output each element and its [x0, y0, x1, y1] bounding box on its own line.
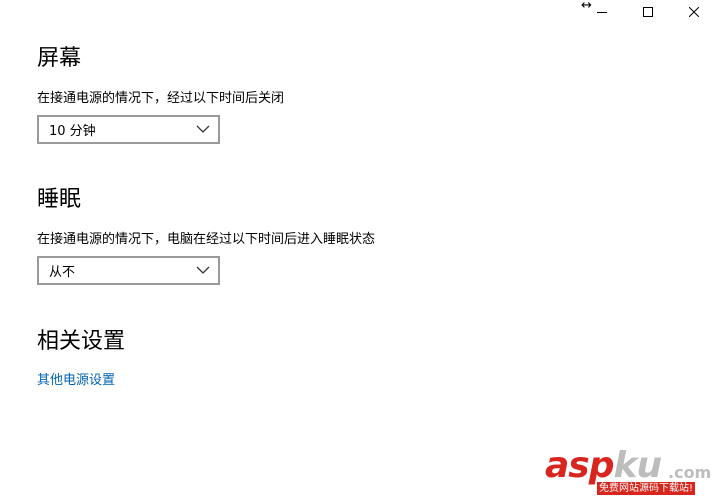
related-settings-title: 相关设置 [37, 329, 126, 354]
chevron-down-icon [196, 125, 210, 133]
minimize-button[interactable] [579, 0, 625, 24]
maximize-button[interactable] [625, 0, 671, 24]
sleep-section-title: 睡眠 [37, 187, 82, 212]
close-button[interactable] [671, 0, 717, 24]
watermark-suffix: .com [668, 463, 712, 482]
screen-timeout-dropdown[interactable]: 10 分钟 [37, 115, 220, 144]
sleep-timeout-value: 从不 [49, 265, 76, 280]
sleep-description: 在接通电源的情况下，电脑在经过以下时间后进入睡眠状态 [37, 232, 376, 247]
title-bar [579, 0, 717, 24]
screen-description: 在接通电源的情况下，经过以下时间后关闭 [37, 91, 285, 106]
watermark-brand-gray: ku [613, 445, 663, 486]
maximize-icon [643, 7, 653, 17]
watermark-brand-red: asp [545, 445, 614, 486]
screen-section-title: 屏幕 [37, 46, 82, 71]
close-icon [689, 7, 699, 17]
minimize-icon [597, 12, 607, 13]
watermark-logo: aspku .com 免费网站源码下载站! [545, 446, 715, 498]
sleep-timeout-dropdown[interactable]: 从不 [37, 256, 220, 285]
settings-window: ↔ 屏幕 在接通电源的情况下，经过以下时间后关闭 10 分钟 睡眠 在接通电源的… [0, 0, 717, 500]
watermark-tagline: 免费网站源码下载站! [597, 482, 696, 495]
chevron-down-icon [196, 266, 210, 274]
other-power-settings-link[interactable]: 其他电源设置 [37, 372, 115, 390]
screen-timeout-value: 10 分钟 [49, 124, 96, 139]
